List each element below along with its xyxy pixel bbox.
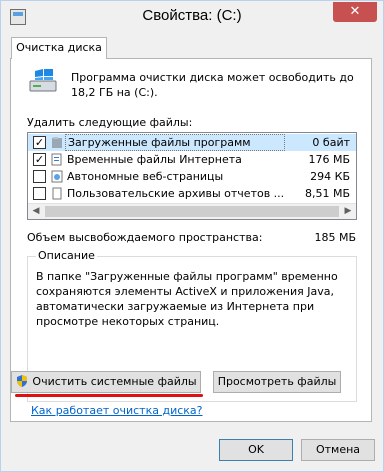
web-page-icon — [51, 170, 63, 183]
window-title: Свойства: (C:) — [142, 7, 242, 24]
disk-cleanup-icon — [29, 69, 57, 92]
scroll-left-icon[interactable]: ◀ — [28, 204, 44, 219]
clean-system-files-label: Очистить системные файлы — [32, 375, 197, 388]
checkbox[interactable]: ✓ — [33, 153, 46, 166]
checkbox[interactable] — [33, 187, 46, 200]
checkbox[interactable] — [33, 170, 46, 183]
file-size: 8,51 МБ — [304, 187, 350, 200]
files-list-caption: Удалить следующие файлы: — [27, 116, 193, 129]
file-size: 0 байт — [312, 136, 350, 149]
intro-text: Программа очистки диска может освободить… — [71, 71, 354, 99]
file-size: 294 КБ — [310, 170, 350, 183]
ok-button[interactable]: OK — [219, 439, 293, 461]
clean-system-files-button[interactable]: Очистить системные файлы — [11, 371, 201, 393]
description-title: Описание — [36, 249, 97, 262]
cancel-button[interactable]: Отмена — [301, 439, 375, 461]
red-highlight-underline — [15, 394, 203, 397]
file-name: Автономные веб-страницы — [67, 170, 224, 183]
space-label: Объем высвобождаемого пространства: — [27, 231, 263, 244]
scroll-thumb[interactable] — [45, 206, 339, 217]
help-link[interactable]: Как работает очистка диска? — [31, 404, 203, 417]
uac-shield-icon — [17, 375, 28, 387]
space-value: 185 МБ — [314, 231, 356, 244]
view-files-button[interactable]: Просмотреть файлы — [213, 371, 341, 393]
list-item[interactable]: ✓ Загруженные файлы программ 0 байт — [28, 134, 356, 151]
horizontal-scrollbar[interactable]: ◀ ▶ — [28, 203, 356, 219]
tab-panel: Программа очистки диска может освободить… — [10, 58, 372, 422]
description-text: В папке "Загруженные файлы программ" вре… — [36, 270, 338, 328]
file-size: 176 МБ — [308, 153, 350, 166]
files-list[interactable]: ✓ Загруженные файлы программ 0 байт ✓ Вр… — [27, 132, 357, 220]
checkbox[interactable]: ✓ — [33, 136, 46, 149]
folder-icon — [52, 137, 62, 148]
list-item[interactable]: Пользовательские архивы отчетов ... 8,51… — [28, 185, 356, 202]
file-name: Загруженные файлы программ — [65, 134, 285, 151]
document-icon — [52, 187, 62, 200]
scroll-right-icon[interactable]: ▶ — [340, 204, 356, 219]
file-name: Временные файлы Интернета — [67, 153, 242, 166]
properties-window: Свойства: (C:) ✕ Очистка диска Программа… — [0, 0, 384, 472]
internet-files-icon — [51, 153, 62, 166]
list-item[interactable]: Автономные веб-страницы 294 КБ — [28, 168, 356, 185]
file-name: Пользовательские архивы отчетов ... — [67, 187, 285, 200]
tab-disk-cleanup[interactable]: Очистка диска — [11, 37, 107, 59]
close-button[interactable]: ✕ — [333, 2, 377, 22]
list-item[interactable]: ✓ Временные файлы Интернета 176 МБ — [28, 151, 356, 168]
title-bar[interactable]: Свойства: (C:) ✕ — [1, 1, 383, 33]
